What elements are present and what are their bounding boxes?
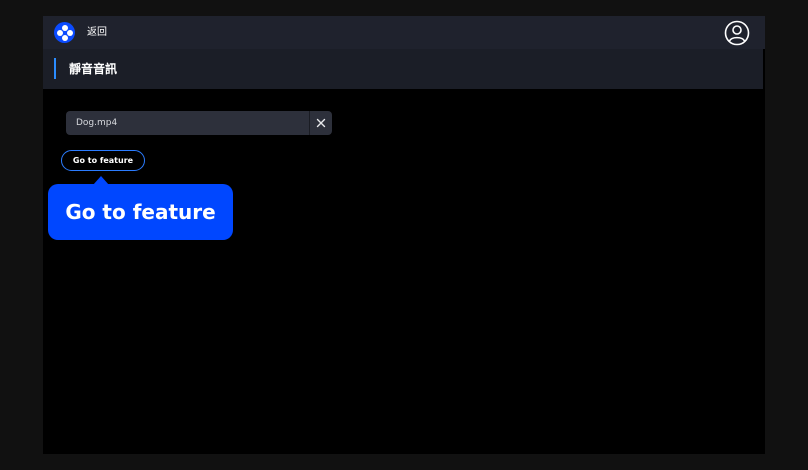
page-title: 靜音音訊 bbox=[69, 62, 118, 76]
close-icon bbox=[316, 118, 326, 128]
feature-tooltip: Go to feature bbox=[48, 176, 233, 240]
remove-file-button[interactable] bbox=[310, 111, 332, 135]
app-logo-icon bbox=[54, 22, 75, 43]
back-link[interactable]: 返回 bbox=[87, 26, 107, 39]
user-account-icon[interactable] bbox=[724, 20, 750, 46]
app-window: 返回 靜音音訊 Dog.mp4 Go to feature Go to feat… bbox=[43, 16, 765, 454]
file-chip: Dog.mp4 bbox=[66, 111, 332, 135]
tooltip-text: Go to feature bbox=[65, 200, 216, 224]
file-name: Dog.mp4 bbox=[76, 118, 118, 128]
header-accent-bar bbox=[54, 58, 56, 79]
top-bar: 返回 bbox=[43, 16, 765, 49]
page-header: 靜音音訊 bbox=[43, 49, 763, 89]
go-to-feature-button[interactable]: Go to feature bbox=[61, 150, 145, 171]
